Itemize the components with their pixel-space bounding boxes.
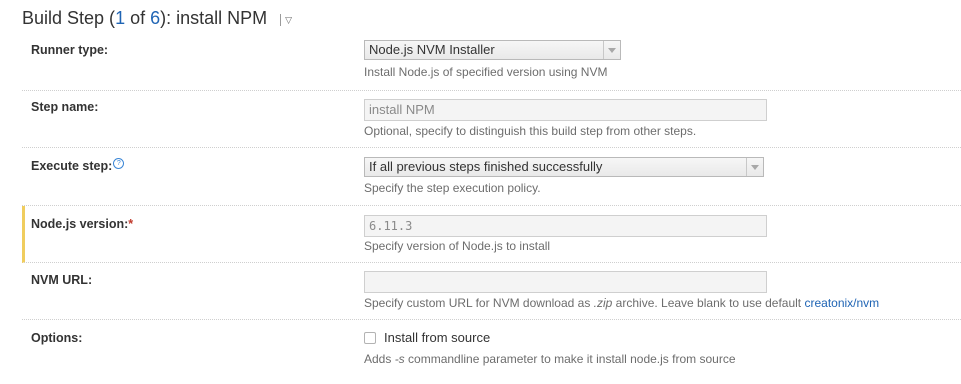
step-name-input[interactable]: install NPM	[364, 99, 767, 121]
install-from-source-label[interactable]: Install from source	[384, 330, 490, 345]
runner-type-value: Node.js NVM Installer	[369, 42, 495, 57]
nodejs-version-hint: Specify version of Node.js to install	[364, 239, 551, 253]
options-hint-text-1: Adds	[364, 352, 395, 366]
install-from-source-option[interactable]: Install from source	[364, 330, 490, 345]
step-name-control: install NPM	[364, 99, 767, 121]
title-separator	[280, 14, 282, 26]
row-step-name: Step name: install NPM Optional, specify…	[22, 91, 961, 148]
title-of: of	[125, 7, 151, 28]
runner-type-label: Runner type:	[31, 43, 109, 57]
nodejs-version-label-wrap: Node.js version:*	[31, 217, 133, 231]
nvm-url-hint: Specify custom URL for NVM download as .…	[364, 296, 879, 310]
options-label: Options:	[31, 331, 83, 345]
select-arrow-icon	[746, 158, 763, 176]
step-name-hint: Optional, specify to distinguish this bu…	[364, 124, 697, 138]
install-from-source-checkbox[interactable]	[364, 331, 376, 344]
execute-step-control: If all previous steps finished successfu…	[364, 157, 764, 177]
execute-step-label-wrap: Execute step:?	[31, 158, 125, 173]
row-nodejs-version: Node.js version:* 6.11.3 Specify version…	[22, 206, 961, 263]
step-total-link[interactable]: 6	[150, 8, 160, 28]
row-nvm-url: NVM URL: Specify custom URL for NVM down…	[22, 263, 961, 320]
step-name-label: Step name:	[31, 100, 99, 114]
page-title: Build Step (1 of 6): install NPM	[22, 8, 267, 29]
creatonix-nvm-link[interactable]: creatonix/nvm	[804, 296, 879, 310]
execute-step-value: If all previous steps finished successfu…	[369, 159, 603, 174]
nvm-url-label: NVM URL:	[31, 273, 93, 287]
required-marker: *	[128, 217, 134, 231]
nodejs-version-control: 6.11.3	[364, 215, 767, 237]
row-options: Options: Install from source Adds -s com…	[22, 320, 961, 380]
execute-step-select[interactable]: If all previous steps finished successfu…	[364, 157, 764, 177]
runner-type-hint: Install Node.js of specified version usi…	[364, 65, 608, 79]
build-step-form: Runner type: Node.js NVM Installer Insta…	[22, 34, 961, 380]
nvm-url-hint-text-2: archive. Leave blank to use default	[612, 296, 805, 310]
options-control: Install from source	[364, 330, 490, 345]
nvm-url-control	[364, 271, 767, 293]
build-step-title: Build Step (1 of 6): install NPM ▽	[22, 4, 292, 32]
options-hint-flag: -s	[394, 352, 405, 366]
title-prefix: Build Step (	[22, 7, 116, 28]
nodejs-version-input[interactable]: 6.11.3	[364, 215, 767, 237]
help-icon[interactable]: ?	[113, 158, 125, 169]
options-hint-text-2: commandline parameter to make it install…	[404, 352, 736, 366]
execute-step-label: Execute step:	[31, 159, 113, 173]
row-execute-step: Execute step:? If all previous steps fin…	[22, 148, 961, 206]
nvm-url-input[interactable]	[364, 271, 767, 293]
select-arrow-icon	[603, 41, 620, 59]
step-index-link[interactable]: 1	[115, 8, 125, 28]
chevron-down-icon[interactable]: ▽	[285, 15, 292, 26]
runner-type-control: Node.js NVM Installer	[364, 40, 621, 60]
nvm-url-hint-zip: .zip	[593, 296, 613, 310]
execute-step-hint: Specify the step execution policy.	[364, 181, 541, 195]
nvm-url-hint-text-1: Specify custom URL for NVM download as	[364, 296, 594, 310]
nodejs-version-label: Node.js version:	[31, 217, 129, 231]
options-hint: Adds -s commandline parameter to make it…	[364, 352, 736, 366]
runner-type-select[interactable]: Node.js NVM Installer	[364, 40, 621, 60]
title-suffix: ): install NPM	[160, 7, 268, 28]
row-runner-type: Runner type: Node.js NVM Installer Insta…	[22, 34, 961, 91]
